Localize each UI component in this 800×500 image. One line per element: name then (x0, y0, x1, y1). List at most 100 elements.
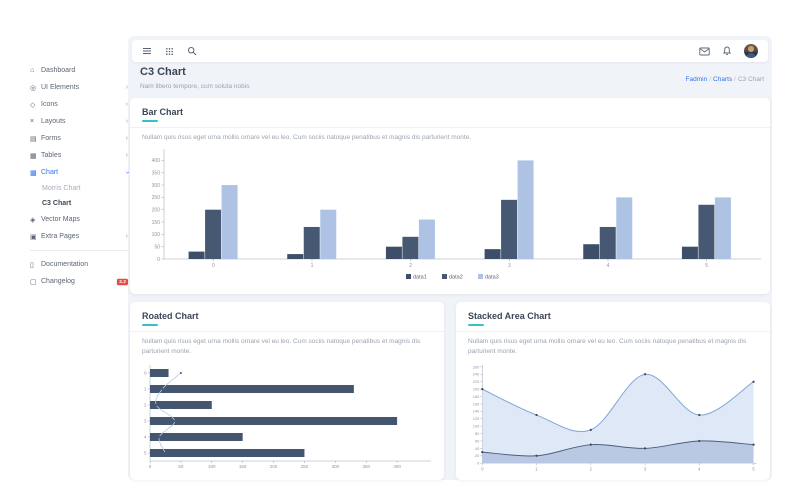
svg-text:2: 2 (409, 263, 412, 269)
svg-text:0: 0 (157, 257, 160, 263)
svg-text:0: 0 (212, 263, 215, 269)
changelog-icon: ▢ (30, 278, 41, 286)
user-avatar[interactable] (744, 44, 758, 58)
bar-data3 (222, 185, 238, 259)
bar-chart-series (189, 160, 731, 259)
chevron-right-icon: › (126, 118, 128, 125)
apps-grid-icon[interactable] (165, 47, 174, 56)
bar-data1 (150, 449, 304, 457)
sidebar-item-tables[interactable]: ▦Tables› (30, 147, 128, 164)
bar-data2 (501, 200, 517, 259)
layouts-icon: × (30, 118, 41, 125)
chevron-right-icon: › (126, 152, 128, 159)
svg-text:1: 1 (311, 263, 314, 269)
dashboard-icon: ⌂ (30, 67, 41, 74)
sidebar-item-label: Dashboard (41, 67, 75, 74)
bar-chart-description: Nullam quis risus eget urna mollis ornar… (130, 128, 770, 143)
svg-text:250: 250 (301, 464, 309, 469)
rotated-chart-line (155, 372, 182, 454)
vector-maps-icon: ◈ (30, 216, 41, 224)
sidebar-item-label: Tables (41, 152, 61, 159)
svg-text:260: 260 (473, 364, 480, 369)
forms-icon: ▤ (30, 135, 41, 143)
svg-text:2: 2 (590, 466, 593, 471)
svg-text:4: 4 (144, 434, 147, 439)
breadcrumb-fadmin[interactable]: Fadmin (686, 76, 708, 83)
area-chart-card-title: Stacked Area Chart (456, 302, 770, 321)
breadcrumb-separator: / (709, 76, 711, 83)
bar-chart: 050100150200250300350400012345data1data2… (138, 145, 762, 285)
area-chart-description: Nullam quis risus eget urna mollis ornar… (456, 332, 770, 357)
search-icon[interactable] (187, 46, 197, 56)
sidebar-item-changelog[interactable]: ▢Changelog2.2 (30, 273, 128, 290)
menu-icon[interactable] (142, 46, 152, 56)
svg-text:data1: data1 (413, 274, 427, 280)
svg-text:0: 0 (481, 466, 484, 471)
bar-chart-card: Bar Chart Nullam quis risus eget urna mo… (130, 98, 770, 294)
svg-text:100: 100 (208, 464, 216, 469)
bar-data2 (205, 209, 221, 258)
chart-icon: ▩ (30, 169, 41, 177)
svg-text:4: 4 (607, 263, 610, 269)
sidebar-item-chart[interactable]: ▩Chart› (30, 164, 128, 181)
svg-text:400: 400 (152, 158, 161, 164)
mail-icon[interactable] (699, 47, 710, 56)
bar-data1 (583, 244, 599, 259)
svg-text:300: 300 (332, 464, 340, 469)
breadcrumb-separator: / (734, 76, 736, 83)
bar-data1 (150, 385, 354, 393)
title-underline (468, 324, 484, 326)
svg-text:250: 250 (152, 195, 161, 201)
svg-text:240: 240 (473, 371, 480, 376)
svg-text:0: 0 (149, 464, 152, 469)
sidebar-subitem-morris-chart[interactable]: Morris Chart (30, 181, 128, 196)
rotated-chart-card: Roated Chart Nullam quis risus eget urna… (130, 302, 444, 480)
title-underline (142, 120, 158, 122)
svg-text:150: 150 (239, 464, 247, 469)
rotated-chart-bars (150, 369, 397, 457)
sidebar-item-label: UI Elements (41, 84, 79, 91)
svg-text:0: 0 (144, 370, 147, 375)
svg-text:120: 120 (473, 416, 480, 421)
svg-text:100: 100 (152, 232, 161, 238)
svg-text:3: 3 (144, 418, 147, 423)
sidebar-item-ui-elements[interactable]: ◎UI Elements› (30, 79, 128, 96)
sidebar-item-label: Changelog (41, 278, 75, 285)
bar-data1 (682, 246, 698, 258)
bar-data3 (616, 197, 632, 259)
bar-data1 (150, 417, 397, 425)
sidebar-subitem-c3-chart[interactable]: C3 Chart (30, 196, 128, 211)
bar-data2 (698, 205, 714, 259)
svg-text:1: 1 (535, 466, 538, 471)
chevron-right-icon: › (126, 84, 128, 91)
svg-text:50: 50 (154, 244, 160, 250)
svg-text:200: 200 (270, 464, 278, 469)
svg-text:350: 350 (362, 464, 370, 469)
svg-text:4: 4 (698, 466, 701, 471)
bar-data1 (485, 249, 501, 259)
svg-text:160: 160 (473, 401, 480, 406)
svg-text:220: 220 (473, 379, 480, 384)
breadcrumb: Fadmin/Charts/C3 Chart (686, 76, 764, 83)
sidebar-item-layouts[interactable]: ×Layouts› (30, 113, 128, 130)
chevron-right-icon: › (126, 101, 128, 108)
icons-icon: ◇ (30, 101, 41, 109)
svg-text:data2: data2 (449, 274, 463, 280)
svg-text:150: 150 (152, 220, 161, 226)
sidebar-item-icons[interactable]: ◇Icons› (30, 96, 128, 113)
bar-data1 (150, 401, 212, 409)
svg-text:0: 0 (477, 460, 480, 465)
sidebar-item-forms[interactable]: ▤Forms› (30, 130, 128, 147)
breadcrumb-charts[interactable]: Charts (713, 76, 732, 83)
bar-data2 (402, 237, 418, 259)
sidebar-item-documentation[interactable]: ▯Documentation (30, 256, 128, 273)
sidebar-item-extra-pages[interactable]: ▣Extra Pages› (30, 228, 128, 245)
svg-text:data3: data3 (485, 274, 499, 280)
sidebar-item-vector-maps[interactable]: ◈Vector Maps (30, 211, 128, 228)
svg-text:300: 300 (152, 183, 161, 189)
svg-text:2: 2 (144, 402, 147, 407)
bar-data1 (287, 254, 303, 259)
sidebar-item-dashboard[interactable]: ⌂Dashboard (30, 62, 128, 79)
sidebar-item-label: Forms (41, 135, 61, 142)
bell-icon[interactable] (722, 46, 732, 56)
